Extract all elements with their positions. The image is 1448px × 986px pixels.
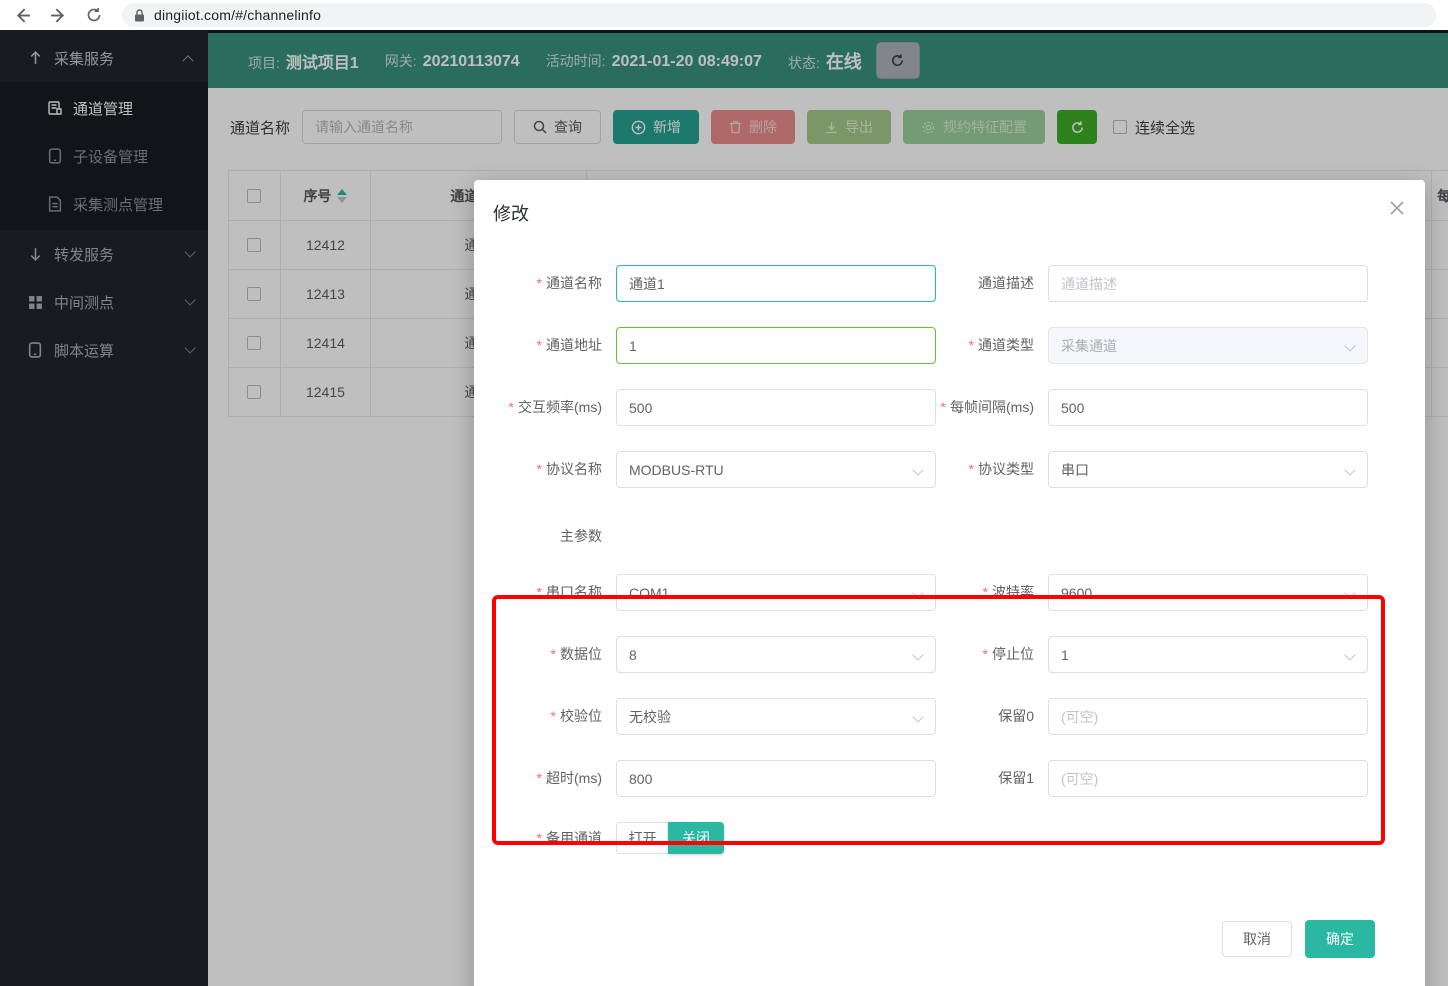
lock-icon (134, 9, 145, 22)
modal-footer: 取消 确定 (486, 854, 1425, 958)
form-row: 超时(ms) 保留1 (486, 760, 1425, 797)
interact-freq-input[interactable] (616, 389, 936, 426)
cancel-button[interactable]: 取消 (1222, 921, 1292, 957)
form-row: 串口名称 COM1 波特率 9600 (486, 574, 1425, 611)
url-text: dingiiot.com/#/channelinfo (154, 7, 321, 23)
protocol-name-select[interactable]: MODBUS-RTU (616, 451, 936, 488)
forward-icon[interactable] (44, 1, 72, 29)
form-row: 校验位 无校验 保留0 (486, 698, 1425, 735)
reserve1-input[interactable] (1048, 760, 1368, 797)
backup-channel-field-label: 备用通道 (486, 822, 616, 854)
channel-type-field-label: 通道类型 (936, 327, 1048, 364)
backup-channel-toggle: 打开 关闭 (616, 822, 724, 854)
form-row: 通道名称 通道描述 (486, 265, 1425, 302)
data-bits-select[interactable]: 8 (616, 636, 936, 673)
channel-addr-field-label: 通道地址 (486, 327, 616, 364)
protocol-name-field-label: 协议名称 (486, 451, 616, 488)
parity-select[interactable]: 无校验 (616, 698, 936, 735)
form-row: 通道地址 通道类型 采集通道 (486, 327, 1425, 364)
reserve0-field-label: 保留0 (936, 698, 1048, 735)
stop-bits-select[interactable]: 1 (1048, 636, 1368, 673)
modal-title: 修改 (493, 204, 529, 224)
channel-type-select[interactable]: 采集通道 (1048, 327, 1368, 364)
modal-header: 修改 (474, 180, 1425, 226)
channel-name-field-label: 通道名称 (486, 265, 616, 302)
reserve0-input[interactable] (1048, 698, 1368, 735)
protocol-type-select[interactable]: 串口 (1048, 451, 1368, 488)
reserve1-field-label: 保留1 (936, 760, 1048, 797)
backup-on-button[interactable]: 打开 (616, 822, 668, 854)
stop-bits-field-label: 停止位 (936, 636, 1048, 673)
timeout-field-label: 超时(ms) (486, 760, 616, 797)
form-row: 交互频率(ms) 每帧间隔(ms) (486, 389, 1425, 426)
address-bar[interactable]: dingiiot.com/#/channelinfo (122, 3, 1436, 27)
browser-chrome: dingiiot.com/#/channelinfo (0, 0, 1448, 30)
form-row: 备用通道 打开 关闭 (486, 822, 1425, 854)
confirm-button[interactable]: 确定 (1305, 920, 1375, 958)
baud-rate-select[interactable]: 9600 (1048, 574, 1368, 611)
serial-name-select[interactable]: COM1 (616, 574, 936, 611)
close-icon[interactable] (1389, 200, 1405, 216)
serial-name-field-label: 串口名称 (486, 574, 616, 611)
back-icon[interactable] (8, 1, 36, 29)
baud-rate-field-label: 波特率 (936, 574, 1048, 611)
data-bits-field-label: 数据位 (486, 636, 616, 673)
interact-freq-field-label: 交互频率(ms) (486, 389, 616, 426)
form-row: 协议名称 MODBUS-RTU 协议类型 串口 (486, 451, 1425, 488)
frame-interval-field-label: 每帧间隔(ms) (936, 389, 1048, 426)
channel-desc-field-label: 通道描述 (936, 265, 1048, 302)
channel-desc-input[interactable] (1048, 265, 1368, 302)
channel-name-input[interactable] (616, 265, 936, 302)
parity-field-label: 校验位 (486, 698, 616, 735)
form-row: 数据位 8 停止位 1 (486, 636, 1425, 673)
main-params-section-label: 主参数 (486, 526, 616, 546)
reload-icon[interactable] (80, 1, 108, 29)
edit-channel-form: 通道名称 通道描述 通道地址 通道类型 采集通道 交互频率(ms) 每帧间隔(m… (474, 226, 1425, 958)
app-window: 采集服务 通道管理 子设备管理 采集测点管理 (0, 30, 1448, 986)
frame-interval-input[interactable] (1048, 389, 1368, 426)
edit-channel-modal: 修改 通道名称 通道描述 通道地址 通道类型 采集通道 交互频率(ms) 每帧间… (474, 180, 1425, 986)
protocol-type-field-label: 协议类型 (936, 451, 1048, 488)
backup-off-button[interactable]: 关闭 (668, 822, 724, 854)
timeout-input[interactable] (616, 760, 936, 797)
channel-addr-input[interactable] (616, 327, 936, 364)
